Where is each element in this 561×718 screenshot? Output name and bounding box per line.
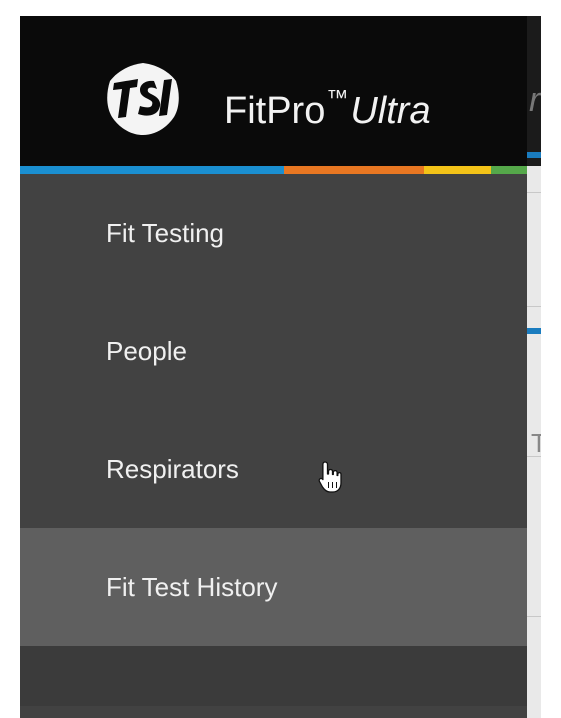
screen: ra TE bbox=[0, 0, 561, 718]
stripe-orange bbox=[284, 166, 424, 174]
tsi-logo-icon bbox=[107, 63, 179, 135]
background-app-accent-line bbox=[527, 152, 541, 158]
background-app-accent-line bbox=[527, 328, 541, 334]
nav-item-label: Respirators bbox=[106, 453, 239, 484]
stripe-green bbox=[491, 166, 527, 174]
background-app-divider bbox=[527, 192, 541, 193]
navigation-drawer: FitPro™Ultra Fit Testing People Respirat… bbox=[20, 16, 527, 718]
nav-item-label: People bbox=[106, 335, 187, 366]
nav-item-fit-test-history[interactable]: Fit Test History bbox=[20, 528, 527, 646]
nav-item-respirators[interactable]: Respirators bbox=[20, 410, 527, 528]
drawer-header: FitPro™Ultra bbox=[20, 16, 527, 166]
nav-item-label: Fit Test History bbox=[106, 571, 278, 602]
background-app-text-fragment: TE bbox=[531, 428, 541, 458]
background-app: ra TE bbox=[527, 16, 541, 718]
background-app-divider bbox=[527, 616, 541, 617]
nav-item-people[interactable]: People bbox=[20, 292, 527, 410]
background-app-title-fragment: ra bbox=[529, 81, 541, 119]
brand-color-stripe bbox=[20, 166, 527, 174]
background-app-divider bbox=[527, 456, 541, 457]
nav-item-label: Fit Testing bbox=[106, 217, 225, 248]
nav-item-next-partial[interactable] bbox=[20, 646, 527, 706]
nav-menu: Fit Testing People Respirators Fit Test … bbox=[20, 174, 527, 706]
brand-trademark: ™ bbox=[326, 85, 349, 110]
nav-item-fit-testing[interactable]: Fit Testing bbox=[20, 174, 527, 292]
brand-name: FitPro bbox=[224, 90, 326, 132]
brand-suffix: Ultra bbox=[350, 90, 431, 132]
stripe-blue bbox=[20, 166, 284, 174]
stripe-yellow bbox=[424, 166, 491, 174]
background-app-header: ra bbox=[527, 16, 541, 166]
hand-pointer-icon bbox=[318, 461, 342, 493]
background-app-divider bbox=[527, 306, 541, 307]
app-brand-title: FitPro™Ultra bbox=[224, 74, 431, 135]
